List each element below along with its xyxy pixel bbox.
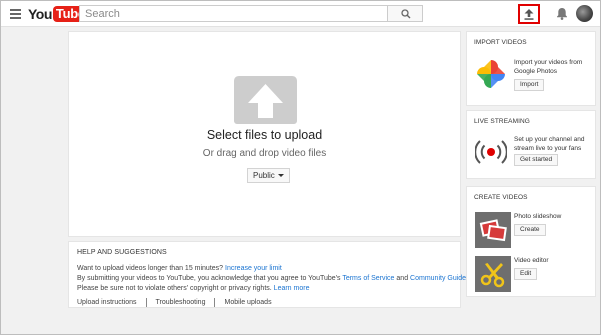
live-streaming-description: Set up your channel and stream live to y… (514, 136, 585, 152)
photo-slideshow-label: Photo slideshow (514, 213, 562, 220)
google-photos-icon (477, 60, 505, 88)
edit-button[interactable]: Edit (514, 268, 538, 280)
upload-arrow-icon (524, 9, 534, 20)
create-videos-title: CREATE VIDEOS (474, 194, 528, 201)
divider (145, 298, 147, 307)
search-icon (401, 9, 411, 19)
create-button[interactable]: Create (514, 224, 546, 236)
help-links: Upload instructions Troubleshooting Mobi… (77, 298, 452, 307)
get-started-button[interactable]: Get started (514, 154, 559, 166)
help-line-terms: By submitting your videos to YouTube, yo… (77, 274, 482, 284)
help-line-copyright: Please be sure not to violate others' co… (77, 284, 452, 294)
select-files-title: Select files to upload (206, 128, 323, 142)
learn-more-link[interactable]: Learn more (274, 285, 310, 292)
increase-limit-link[interactable]: Increase your limit (225, 265, 282, 272)
import-videos-title: IMPORT VIDEOS (474, 39, 527, 46)
user-avatar[interactable] (576, 5, 593, 22)
hamburger-menu-icon[interactable] (10, 9, 21, 19)
help-line-limit: Want to upload videos longer than 15 min… (77, 264, 452, 274)
copyright-text: Please be sure not to violate others' co… (77, 285, 272, 292)
drag-drop-hint: Or drag and drop video files (202, 148, 327, 159)
photo-slideshow-thumbnail[interactable] (475, 212, 511, 248)
divider (214, 298, 216, 307)
scissors-icon (480, 263, 505, 288)
upload-panel: Select files to upload Or drag and drop … (68, 31, 461, 237)
troubleshooting-link[interactable]: Troubleshooting (156, 299, 206, 306)
video-editor-label: Video editor (514, 257, 549, 264)
video-editor-thumbnail[interactable] (475, 256, 511, 292)
privacy-dropdown[interactable]: Public (247, 168, 290, 183)
live-streaming-panel: LIVE STREAMING Set up your channel and s… (466, 110, 596, 179)
limit-text: Want to upload videos longer than 15 min… (77, 265, 224, 272)
live-broadcast-icon (475, 140, 507, 164)
top-header: You Tube (1, 1, 600, 27)
create-videos-panel: CREATE VIDEOS Photo slideshow Create Vid… (466, 186, 596, 297)
upload-instructions-link[interactable]: Upload instructions (77, 299, 137, 306)
photo-slideshow-icon (479, 219, 507, 242)
search-input[interactable] (79, 5, 388, 22)
import-videos-description: Import your videos from Google Photos (514, 59, 583, 75)
privacy-value: Public (253, 171, 275, 180)
import-button[interactable]: Import (514, 79, 545, 91)
upload-cloud-icon[interactable] (234, 76, 297, 124)
import-videos-panel: IMPORT VIDEOS Import your videos from Go… (466, 31, 596, 106)
logo-you-text: You (28, 6, 52, 22)
mobile-uploads-link[interactable]: Mobile uploads (224, 299, 271, 306)
help-panel: HELP AND SUGGESTIONS Want to upload vide… (68, 241, 482, 308)
help-title: HELP AND SUGGESTIONS (77, 249, 167, 256)
chevron-down-icon (277, 174, 284, 177)
search-button[interactable] (388, 5, 423, 22)
upload-button[interactable] (518, 4, 540, 24)
live-streaming-title: LIVE STREAMING (474, 118, 530, 125)
notifications-bell-icon[interactable] (556, 7, 568, 20)
terms-text: By submitting your videos to YouTube, yo… (77, 275, 341, 282)
terms-and-text: and (396, 275, 409, 282)
terms-of-service-link[interactable]: Terms of Service (342, 275, 394, 282)
